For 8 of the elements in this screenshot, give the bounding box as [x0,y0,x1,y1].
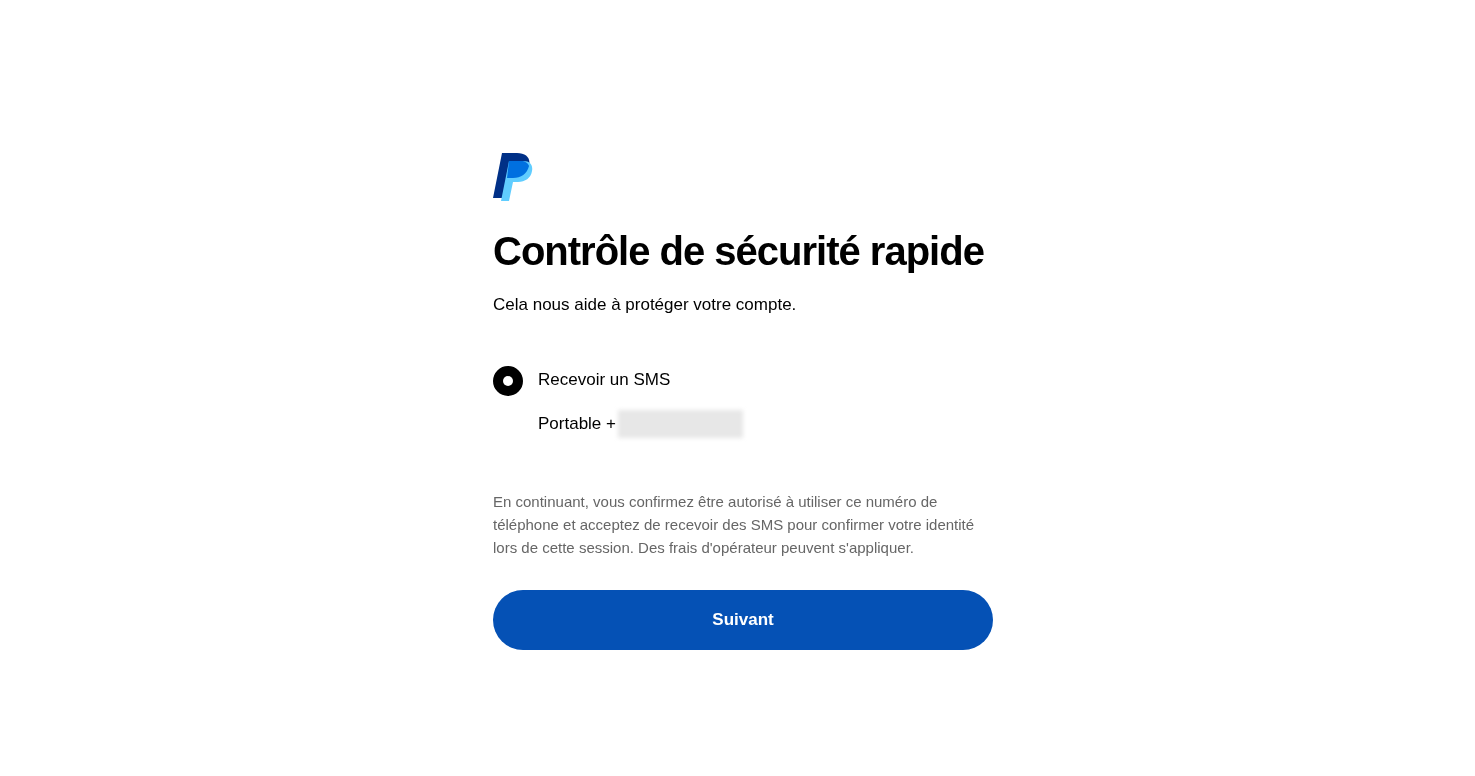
subtitle-text: Cela nous aide à protéger votre compte. [493,294,798,316]
notice-text: En continuant, vous confirmez être autorisé à utiliser ce numéro de téléphone et acceptez de recevoir des SMS pour confirmer votre identité lors de cette session. Des frais d'opérateur peuvent s'appliquer. [493,491,976,558]
logo-icon [493,153,533,201]
option-label: Recevoir un SMS [538,369,672,390]
next-button[interactable]: Suivant [493,589,993,650]
radio-button[interactable] [493,365,523,396]
phone-label: Portable + [538,413,616,436]
page-heading: Contrôle de sécurité rapide [493,228,985,275]
